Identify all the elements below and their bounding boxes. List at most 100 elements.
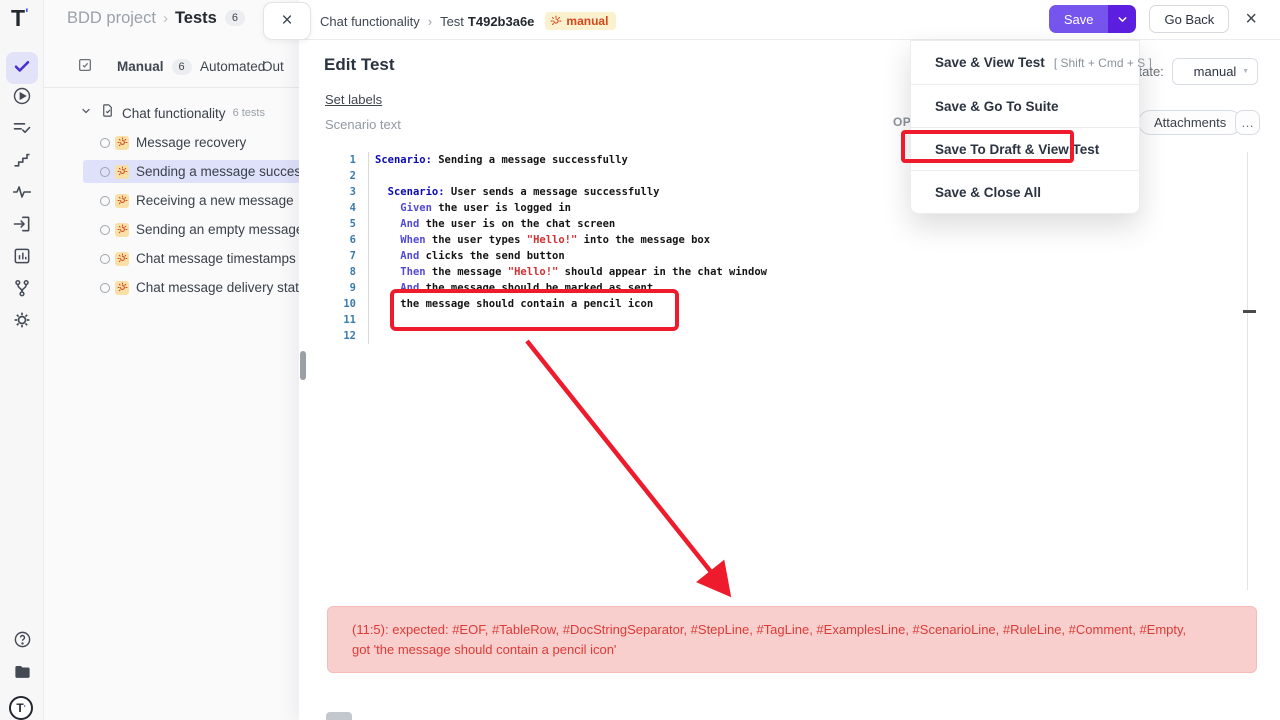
code-token: the user is on the chat screen: [419, 218, 615, 230]
line-number: 12: [326, 328, 356, 344]
line-number: 6: [326, 232, 356, 248]
tree-item-test[interactable]: Sending an empty message: [83, 215, 300, 244]
set-labels-link[interactable]: Set labels: [325, 92, 382, 107]
app-logo[interactable]: T': [11, 5, 28, 32]
bottom-scroll-nub[interactable]: [326, 712, 352, 720]
error-line-1: (11:5): expected: #EOF, #TableRow, #DocS…: [352, 620, 1232, 640]
code-token: [375, 282, 400, 294]
tree-item-test[interactable]: Sending a message succes: [83, 160, 300, 183]
pulse-icon: [12, 182, 32, 207]
tab-automated[interactable]: Automated: [200, 59, 265, 74]
code-line[interactable]: And clicks the send button: [375, 248, 767, 264]
code-token: the message: [426, 266, 508, 278]
test-label: Sending a message succes: [136, 164, 300, 179]
sidebar-item-settings[interactable]: [12, 312, 32, 332]
line-number: 2: [326, 168, 356, 184]
more-options-button[interactable]: …: [1235, 110, 1260, 135]
suite-label: Chat functionality: [122, 106, 226, 121]
code-line[interactable]: the message should contain a pencil icon: [375, 296, 767, 312]
logo-accent: ': [25, 5, 28, 21]
tree-item-test[interactable]: Receiving a new message: [83, 186, 300, 215]
steps-icon: [12, 150, 32, 175]
scenario-editor[interactable]: 123456789101112 Scenario: Sending a mess…: [326, 152, 767, 344]
sidebar-item-branch[interactable]: [12, 280, 32, 300]
chevron-down-icon: [1116, 13, 1129, 26]
tree-item-test[interactable]: Chat message timestamps: [83, 244, 300, 273]
suite-meta: 6 tests: [233, 107, 265, 119]
go-back-button[interactable]: Go Back: [1149, 5, 1229, 33]
code-line[interactable]: And the message should be marked as sent: [375, 280, 767, 296]
line-number: 8: [326, 264, 356, 280]
code-token: [375, 234, 400, 246]
code-token: And: [400, 250, 419, 262]
code-line[interactable]: And the user is on the chat screen: [375, 216, 767, 232]
editor-gutter: 123456789101112: [326, 152, 356, 344]
tests-panel: BDD project›Tests6 Manual6 Automated Out…: [44, 0, 300, 720]
code-token: Given: [400, 202, 432, 214]
close-tests-tab-button[interactable]: ×: [263, 2, 311, 40]
tests-tab-bar: Manual6 Automated Out: [44, 48, 300, 88]
save-button[interactable]: Save: [1049, 5, 1109, 33]
code-line[interactable]: [375, 312, 767, 328]
manual-test-icon: [115, 223, 129, 237]
code-line[interactable]: Scenario: User sends a message successfu…: [375, 184, 767, 200]
help-icon: [13, 630, 32, 654]
tree-item-test[interactable]: Chat message delivery stat: [83, 273, 300, 302]
code-token: And: [400, 282, 419, 294]
editor-code[interactable]: Scenario: Sending a message successfully…: [368, 152, 767, 344]
menu-item-label: Save To Draft & View Test: [935, 142, 1099, 157]
page-title: Edit Test: [324, 55, 395, 75]
sidebar-item-files[interactable]: [12, 664, 32, 684]
tree-suite-row[interactable]: Chat functionality 6 tests: [80, 104, 265, 122]
save-menu-toggle[interactable]: [1108, 5, 1136, 33]
menu-item-label: Save & Go To Suite: [935, 99, 1059, 114]
sidebar-item-import[interactable]: [12, 216, 32, 236]
code-line[interactable]: When the user types "Hello!" into the me…: [375, 232, 767, 248]
editor-scroll-marker: [1243, 310, 1256, 313]
tab-manual[interactable]: Manual6: [117, 59, 192, 75]
user-avatar[interactable]: T': [9, 696, 33, 720]
save-menu-item[interactable]: Save & View Test[ Shift + Cmd + S ]: [911, 41, 1139, 84]
crumb-suite[interactable]: Chat functionality: [320, 14, 420, 29]
chevron-down-icon[interactable]: [80, 104, 92, 122]
panel-scrollbar-thumb[interactable]: [300, 351, 306, 380]
menu-item-label: Save & Close All: [935, 185, 1041, 200]
sidebar-item-help[interactable]: [12, 632, 32, 652]
tests-check-icon: [13, 57, 31, 80]
code-line[interactable]: [375, 328, 767, 344]
code-line[interactable]: Then the message "Hello!" should appear …: [375, 264, 767, 280]
sidebar-item-tests[interactable]: [6, 52, 38, 84]
app-sidebar: T' T': [0, 0, 44, 720]
code-token: "Hello!": [508, 266, 559, 278]
save-menu-item[interactable]: Save To Draft & View Test: [911, 127, 1139, 170]
state-select[interactable]: manual ▼: [1172, 58, 1258, 85]
code-token: [375, 250, 400, 262]
save-menu-item[interactable]: Save & Go To Suite: [911, 84, 1139, 127]
tab-outdated[interactable]: Out: [262, 59, 284, 74]
error-line-2: got 'the message should contain a pencil…: [352, 640, 1232, 660]
code-line[interactable]: [375, 168, 767, 184]
code-line[interactable]: Given the user is logged in: [375, 200, 767, 216]
close-editor-icon[interactable]: ×: [1245, 9, 1257, 29]
sidebar-item-analytics[interactable]: [12, 248, 32, 268]
code-token: the message should be marked as sent: [419, 282, 653, 294]
sidebar-item-steps[interactable]: [12, 152, 32, 172]
gherkin-parse-error: (11:5): expected: #EOF, #TableRow, #DocS…: [327, 606, 1257, 673]
save-dropdown-menu: Save & View Test[ Shift + Cmd + S ] Save …: [910, 40, 1140, 214]
line-number: 11: [326, 312, 356, 328]
save-menu-item[interactable]: Save & Close All: [911, 170, 1139, 213]
save-split-button: Save: [1049, 5, 1137, 33]
sidebar-item-runs[interactable]: [12, 88, 32, 108]
sidebar-item-pulse[interactable]: [12, 184, 32, 204]
manual-test-icon: [115, 165, 129, 179]
line-number: 3: [326, 184, 356, 200]
menu-item-shortcut: [ Shift + Cmd + S ]: [1054, 56, 1152, 70]
sidebar-item-plans[interactable]: [12, 120, 32, 140]
crumb-test-word: Test: [440, 14, 464, 29]
attachments-button[interactable]: Attachments: [1138, 110, 1242, 135]
editor-scrollbar-track[interactable]: [1247, 152, 1248, 590]
project-name[interactable]: BDD project: [67, 9, 156, 27]
tree-item-test[interactable]: Message recovery: [83, 128, 300, 157]
select-caret-icon: ▼: [1242, 68, 1249, 75]
code-line[interactable]: Scenario: Sending a message successfully: [375, 152, 767, 168]
